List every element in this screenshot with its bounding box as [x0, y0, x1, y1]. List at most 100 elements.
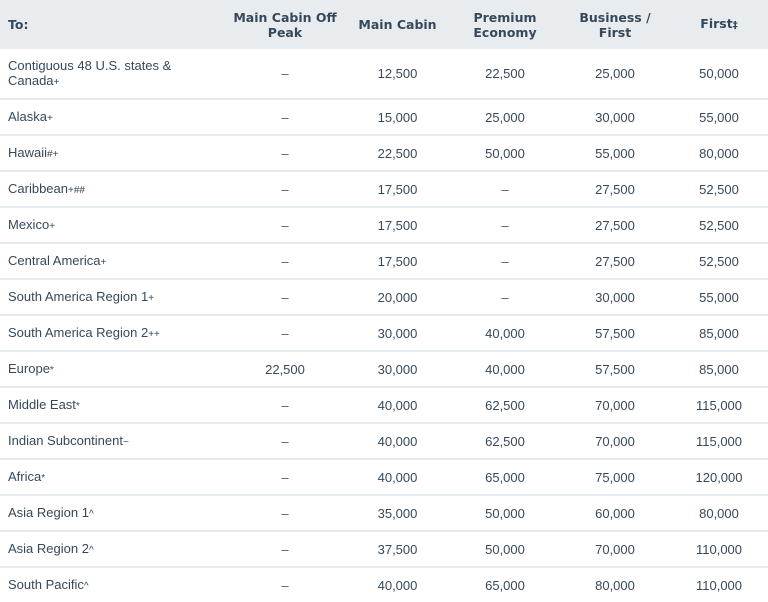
destination-cell: Indian Subcontinent~	[0, 423, 225, 459]
cell-business-first: 30,000	[595, 109, 635, 125]
destination-cell: Alaska+	[0, 99, 225, 135]
destination-name: South America Region 2	[8, 324, 149, 340]
destination-cell: South America Region 1+	[0, 279, 225, 315]
table-row: Mexico+ – 17,500 – 27,500 52,500	[0, 207, 768, 243]
cell-first: 52,500	[699, 181, 739, 197]
destination-name: Central America	[8, 252, 101, 268]
header-first-label: First	[700, 16, 733, 31]
table-row: Asia Region 1^ – 35,000 50,000 60,000 80,000	[0, 495, 768, 531]
header-row: To: Main Cabin Off Peak Main Cabin Premi…	[0, 0, 768, 49]
destination-name: Caribbean	[8, 180, 68, 196]
destination-footnote: +	[47, 112, 53, 124]
cell-main-cabin-off-peak: –	[281, 109, 289, 125]
table-row: Central America+ – 17,500 – 27,500 52,500	[0, 243, 768, 279]
cell-main-cabin-off-peak: 22,500	[265, 361, 305, 377]
cell-first: 50,000	[699, 66, 739, 81]
destination-footnote: *	[75, 400, 80, 412]
table-row: Hawaii#+ – 22,500 50,000 55,000 80,000	[0, 135, 768, 171]
cell-first: 55,000	[699, 289, 739, 305]
header-main-cabin: Main Cabin	[358, 17, 437, 32]
header-first: First‡	[670, 0, 768, 49]
destination-name: Asia Region 1	[8, 504, 89, 520]
header-premium-economy: Premium Economy	[473, 9, 537, 40]
cell-main-cabin-off-peak: –	[281, 217, 289, 233]
cell-premium-economy: 22,500	[485, 66, 525, 81]
cell-business-first: 75,000	[595, 469, 635, 485]
table-row: South America Region 1+ – 20,000 – 30,000 55,…	[0, 279, 768, 315]
cell-first: 55,000	[699, 109, 739, 125]
cell-main-cabin-off-peak: –	[281, 433, 289, 449]
cell-main-cabin: 40,000	[377, 397, 418, 413]
destination-footnote: ++	[148, 328, 160, 340]
cell-business-first: 70,000	[595, 541, 635, 557]
cell-main-cabin-off-peak: –	[281, 505, 289, 521]
cell-main-cabin: 17,500	[377, 253, 418, 269]
cell-first: 85,000	[699, 361, 739, 377]
cell-business-first: 70,000	[595, 433, 635, 449]
cell-main-cabin-off-peak: –	[281, 66, 289, 81]
cell-main-cabin-off-peak: –	[281, 253, 289, 269]
destination-footnote: *	[41, 472, 46, 484]
cell-main-cabin: 17,500	[377, 181, 418, 197]
cell-first: 120,000	[695, 469, 743, 485]
cell-first: 85,000	[699, 325, 739, 341]
destination-name: Asia Region 2	[8, 540, 89, 556]
destination-footnote: #+	[47, 148, 59, 160]
cell-main-cabin: 20,000	[377, 289, 418, 305]
cell-first: 110,000	[695, 541, 743, 557]
destination-name: South America Region 1	[8, 288, 149, 304]
cell-premium-economy: 40,000	[485, 325, 525, 341]
destination-cell: South America Region 2++	[0, 315, 225, 351]
cell-business-first: 57,500	[595, 361, 635, 377]
destination-footnote: +	[53, 76, 60, 88]
cell-main-cabin-off-peak: –	[281, 325, 289, 341]
destination-footnote: ^	[83, 580, 89, 592]
cell-premium-economy: –	[501, 217, 509, 233]
destination-footnote: ^	[88, 508, 94, 520]
cell-premium-economy: –	[501, 181, 509, 197]
destination-footnote: ^	[88, 544, 94, 556]
header-first-note: ‡	[732, 20, 738, 31]
header-destination: To:	[8, 17, 29, 32]
cell-premium-economy: 62,500	[485, 433, 525, 449]
destination-cell: Mexico+	[0, 207, 225, 243]
cell-business-first: 27,500	[595, 181, 635, 197]
header-business-first: Business / First	[579, 9, 651, 40]
destination-footnote: +##	[68, 184, 85, 196]
header-main-cabin-off-peak: Main Cabin Off Peak	[233, 9, 337, 40]
cell-main-cabin: 22,500	[377, 145, 418, 161]
destination-name: Europe	[8, 360, 50, 376]
cell-premium-economy: –	[501, 289, 509, 305]
table-row: Middle East* – 40,000 62,500 70,000 115,000	[0, 387, 768, 423]
destination-cell: Central America+	[0, 243, 225, 279]
cell-business-first: 27,500	[595, 253, 635, 269]
table-row: Contiguous 48 U.S. states & Canada+ – 12,5…	[0, 49, 768, 99]
cell-main-cabin: 37,500	[377, 541, 418, 557]
destination-footnote: +	[100, 256, 107, 268]
destination-footnote: +	[49, 220, 56, 232]
cell-business-first: 57,500	[595, 325, 635, 341]
cell-premium-economy: 50,000	[485, 541, 525, 557]
cell-main-cabin-off-peak: –	[281, 145, 289, 161]
destination-footnote: *	[49, 364, 54, 376]
table-row: South America Region 2++ – 30,000 40,000 57,…	[0, 315, 768, 351]
destination-cell: Europe*	[0, 351, 225, 387]
cell-business-first: 27,500	[595, 217, 635, 233]
cell-first: 80,000	[699, 505, 739, 521]
table-row: Asia Region 2^ – 37,500 50,000 70,000 110,000	[0, 531, 768, 567]
cell-main-cabin: 30,000	[377, 361, 418, 377]
cell-business-first: 30,000	[595, 289, 635, 305]
cell-main-cabin-off-peak: –	[281, 541, 289, 557]
destination-footnote: ~	[122, 436, 129, 448]
cell-main-cabin: 12,500	[377, 66, 418, 81]
table-body: Contiguous 48 U.S. states & Canada+ –12,5…	[0, 49, 768, 602]
cell-premium-economy: 50,000	[485, 505, 525, 521]
cell-premium-economy: 50,000	[485, 145, 525, 161]
cell-premium-economy: 62,500	[485, 397, 525, 413]
cell-main-cabin-off-peak: –	[281, 469, 289, 485]
cell-main-cabin: 15,000	[377, 109, 418, 125]
destination-cell: Caribbean+##	[0, 171, 225, 207]
destination-cell: Asia Region 1^	[0, 495, 225, 531]
cell-main-cabin: 40,000	[377, 469, 418, 485]
cell-main-cabin: 17,500	[377, 217, 418, 233]
